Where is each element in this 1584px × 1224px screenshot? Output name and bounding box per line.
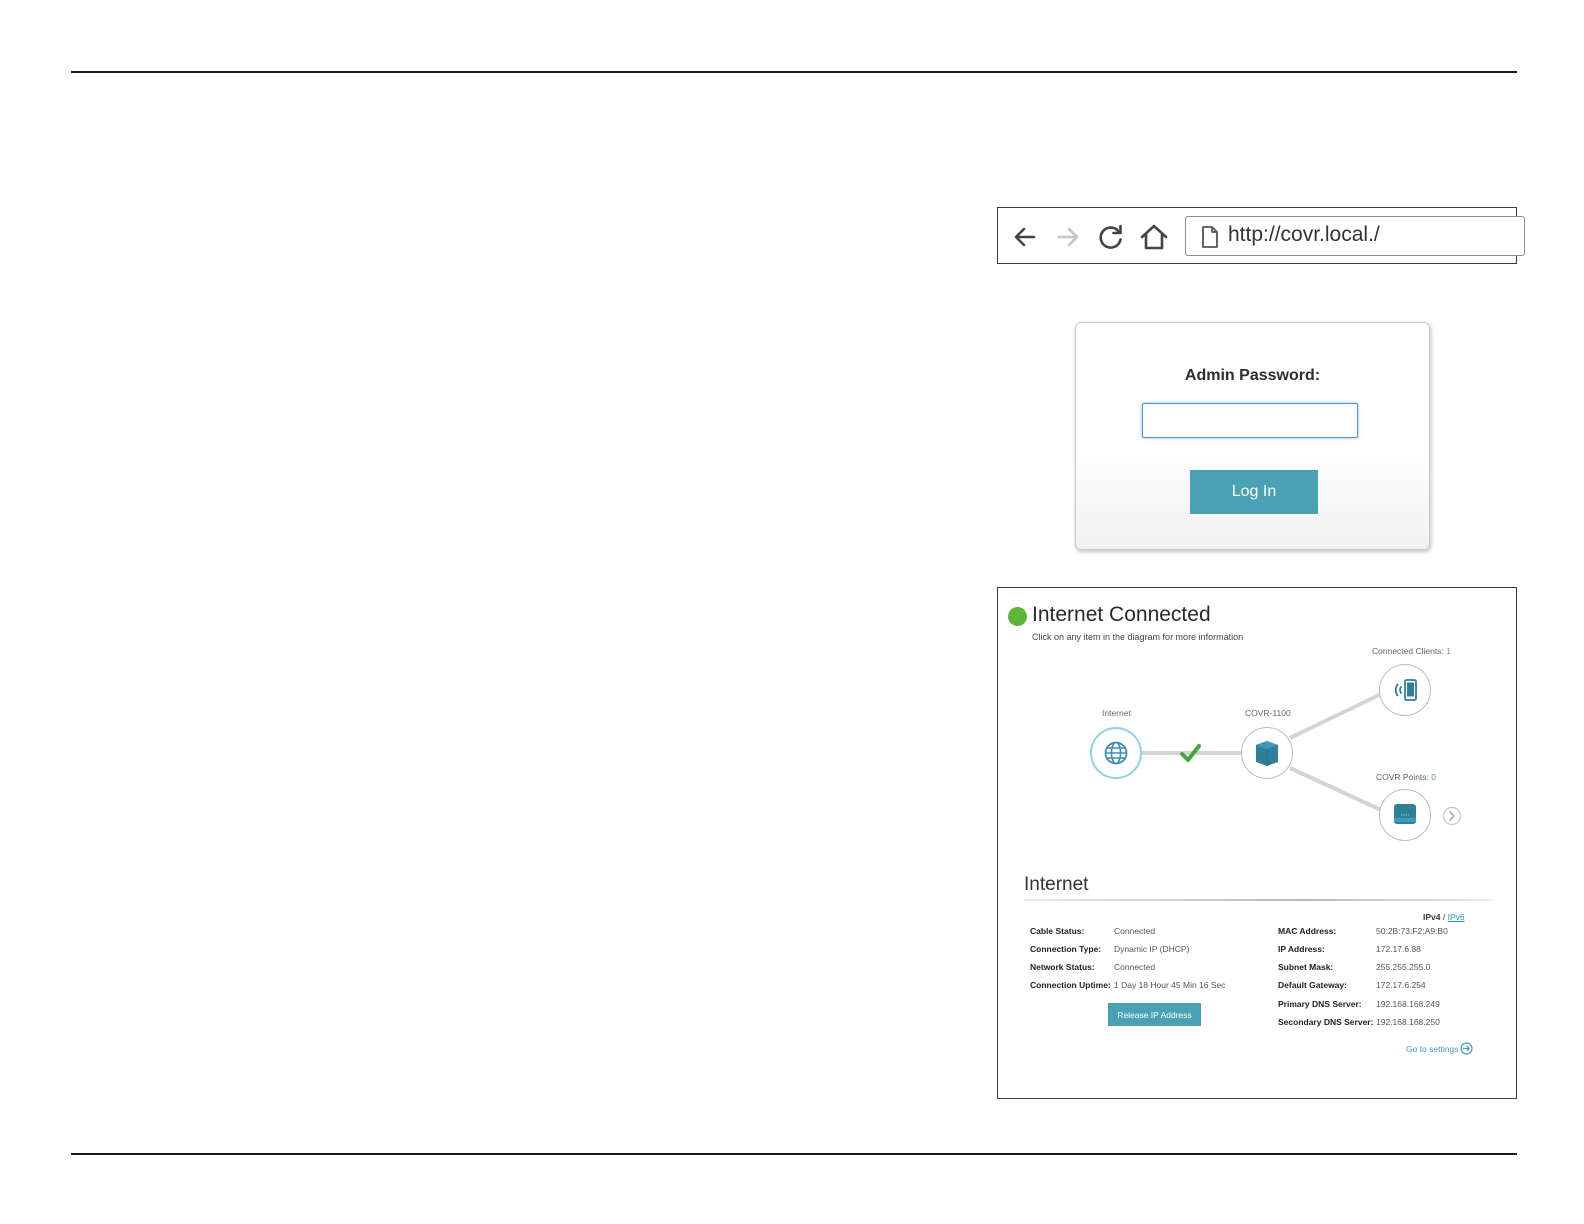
ipv4-tab[interactable]: IPv4 (1423, 912, 1441, 922)
reload-button[interactable] (1094, 220, 1128, 254)
section-underline (1024, 899, 1492, 901)
reload-icon (1099, 224, 1122, 249)
internet-section-title: Internet (1024, 874, 1089, 895)
page-icon (1202, 226, 1218, 248)
covr-points-label: COVR Points: 0 (1376, 772, 1437, 782)
back-button[interactable] (1008, 220, 1042, 254)
ip-separator: / (1442, 912, 1446, 922)
login-card: Admin Password: Log In (1075, 322, 1430, 550)
covr-point-icon (1394, 804, 1416, 824)
browser-address-bar: http://covr.local./ (997, 207, 1525, 264)
go-to-settings-link[interactable]: Go to settings (1406, 1042, 1474, 1055)
arrow-circle-icon (1460, 1042, 1474, 1055)
forward-arrow-icon (1057, 227, 1079, 247)
top-rule (71, 71, 1517, 73)
admin-password-label: Admin Password: (1184, 367, 1321, 384)
ip-version-toggle: IPv4 / IPv6 (1423, 912, 1465, 922)
bottom-rule (71, 1153, 1517, 1155)
internet-status-panel: Internet Connected Click on any item in … (997, 587, 1517, 1099)
ipv6-link[interactable]: IPv6 (1448, 912, 1465, 922)
admin-password-input[interactable] (1142, 403, 1358, 438)
covr-points-node[interactable] (1379, 789, 1431, 841)
url-field[interactable]: http://covr.local./ (1185, 216, 1525, 256)
globe-icon (1104, 741, 1128, 765)
forward-button[interactable] (1051, 220, 1085, 254)
connected-clients-node[interactable] (1379, 664, 1431, 716)
next-arrow-icon[interactable] (1442, 806, 1462, 826)
url-text: http://covr.local./ (1228, 223, 1380, 246)
internet-node-label: Internet (1102, 708, 1131, 718)
internet-node[interactable] (1090, 727, 1142, 779)
home-icon (1140, 224, 1168, 250)
home-button[interactable] (1137, 220, 1171, 254)
go-to-settings-label: Go to settings (1406, 1043, 1459, 1054)
router-node[interactable] (1241, 727, 1293, 779)
wireless-phone-icon (1394, 679, 1417, 701)
router-icon (1256, 741, 1278, 766)
back-arrow-icon (1014, 227, 1036, 247)
release-ip-button[interactable]: Release IP Address (1108, 1003, 1201, 1026)
connected-clients-label: Connected Clients: 1 (1372, 646, 1451, 656)
router-node-label: COVR-1100 (1245, 708, 1291, 718)
login-button[interactable]: Log In (1190, 470, 1318, 514)
